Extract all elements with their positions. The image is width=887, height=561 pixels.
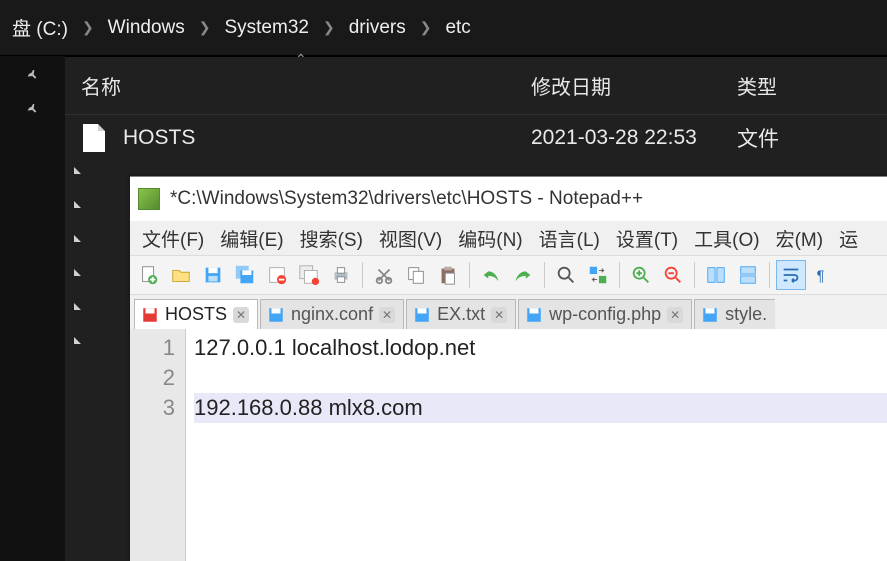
- save-all-button[interactable]: [230, 260, 260, 290]
- close-tab-icon[interactable]: ✕: [233, 307, 249, 323]
- breadcrumb-seg[interactable]: Windows: [104, 17, 189, 39]
- sync-v-button[interactable]: [701, 260, 731, 290]
- chevron-right-icon: ❯: [313, 19, 345, 36]
- close-button[interactable]: [262, 260, 292, 290]
- close-tab-icon[interactable]: ✕: [379, 307, 395, 323]
- tab-wpconfig[interactable]: wp-config.php ✕: [518, 299, 692, 329]
- wordwrap-button[interactable]: [776, 260, 806, 290]
- notepadpp-window: *C:\Windows\System32\drivers\etc\HOSTS -…: [130, 176, 887, 561]
- code-line: 127.0.0.1 localhost.lodop.net: [194, 335, 475, 360]
- quick-access-sidebar: [0, 56, 65, 561]
- chevron-right-icon: ❯: [410, 19, 442, 36]
- editor-tabs: HOSTS ✕ nginx.conf ✕ EX.txt ✕ wp-config.…: [130, 295, 887, 329]
- pin-icon[interactable]: [19, 96, 47, 124]
- paste-button[interactable]: [433, 260, 463, 290]
- save-button[interactable]: [198, 260, 228, 290]
- disk-icon: [525, 306, 543, 324]
- notepadpp-icon: [138, 188, 160, 210]
- tab-label: HOSTS: [165, 304, 227, 325]
- redo-button[interactable]: [508, 260, 538, 290]
- pin-icon[interactable]: [19, 62, 47, 90]
- find-button[interactable]: [551, 260, 581, 290]
- disk-icon: [413, 306, 431, 324]
- breadcrumb-seg[interactable]: etc: [441, 17, 474, 39]
- tab-label: wp-config.php: [549, 304, 661, 325]
- chevron-right-icon: ❯: [189, 19, 221, 36]
- menu-view[interactable]: 视图(V): [371, 221, 450, 256]
- svg-text:¶: ¶: [817, 269, 825, 285]
- zoom-in-button[interactable]: [626, 260, 656, 290]
- file-type: 文件: [737, 123, 887, 153]
- disk-icon: [267, 306, 285, 324]
- breadcrumb-seg[interactable]: drivers: [345, 17, 410, 39]
- chevron-right-icon: ❯: [72, 19, 104, 36]
- open-file-button[interactable]: [166, 260, 196, 290]
- close-tab-icon[interactable]: ✕: [667, 307, 683, 323]
- window-title: *C:\Windows\System32\drivers\etc\HOSTS -…: [170, 188, 643, 210]
- menu-search[interactable]: 搜索(S): [292, 221, 371, 256]
- column-name[interactable]: 名称: [81, 71, 531, 100]
- tab-label: style.: [725, 304, 767, 325]
- undo-button[interactable]: [476, 260, 506, 290]
- replace-button[interactable]: [583, 260, 613, 290]
- breadcrumb[interactable]: 盘 (C:) ❯ Windows ❯ System32 ❯ drivers ❯ …: [0, 0, 887, 56]
- menu-edit[interactable]: 编辑(E): [212, 221, 291, 256]
- disk-icon: [701, 306, 719, 324]
- column-type[interactable]: 类型: [737, 71, 887, 100]
- toolbar-separator: [769, 262, 770, 288]
- menu-run[interactable]: 运: [831, 221, 866, 256]
- sort-indicator-icon: ⌃: [295, 51, 307, 68]
- menu-bar: 文件(F) 编辑(E) 搜索(S) 视图(V) 编码(N) 语言(L) 设置(T…: [130, 221, 887, 255]
- copy-button[interactable]: [401, 260, 431, 290]
- tab-label: nginx.conf: [291, 304, 373, 325]
- breadcrumb-seg[interactable]: System32: [220, 17, 312, 39]
- line-numbers: 123: [130, 329, 186, 561]
- zoom-out-button[interactable]: [658, 260, 688, 290]
- menu-macro[interactable]: 宏(M): [768, 221, 831, 256]
- tab-hosts[interactable]: HOSTS ✕: [134, 299, 258, 329]
- show-all-chars-button[interactable]: ¶: [808, 260, 838, 290]
- new-file-button[interactable]: [134, 260, 164, 290]
- column-date[interactable]: 修改日期: [531, 71, 737, 100]
- tab-ex[interactable]: EX.txt ✕: [406, 299, 516, 329]
- toolbar-separator: [694, 262, 695, 288]
- watermark: 知乎 @一只有趣的INTJ狼: [644, 520, 875, 547]
- toolbar-separator: [619, 262, 620, 288]
- tab-style[interactable]: style.: [694, 299, 775, 329]
- disk-icon: [141, 306, 159, 324]
- menu-encoding[interactable]: 编码(N): [450, 221, 530, 256]
- toolbar-separator: [469, 262, 470, 288]
- file-icon: [81, 123, 107, 153]
- close-tab-icon[interactable]: ✕: [491, 307, 507, 323]
- toolbar-separator: [544, 262, 545, 288]
- menu-file[interactable]: 文件(F): [134, 221, 212, 256]
- cut-button[interactable]: [369, 260, 399, 290]
- menu-settings[interactable]: 设置(T): [608, 221, 686, 256]
- file-row[interactable]: HOSTS 2021-03-28 22:53 文件: [65, 115, 887, 161]
- sync-h-button[interactable]: [733, 260, 763, 290]
- toolbar-separator: [362, 262, 363, 288]
- print-button[interactable]: [326, 260, 356, 290]
- window-title-bar[interactable]: *C:\Windows\System32\drivers\etc\HOSTS -…: [130, 177, 887, 221]
- breadcrumb-seg[interactable]: 盘 (C:): [8, 14, 72, 41]
- toolbar: ¶: [130, 255, 887, 295]
- menu-language[interactable]: 语言(L): [531, 221, 608, 256]
- file-name: HOSTS: [123, 126, 531, 150]
- file-date: 2021-03-28 22:53: [531, 126, 737, 150]
- menu-tools[interactable]: 工具(O): [686, 221, 767, 256]
- tab-nginx[interactable]: nginx.conf ✕: [260, 299, 404, 329]
- code-line: 192.168.0.88 mlx8.com: [194, 393, 887, 423]
- column-headers[interactable]: ⌃ 名称 修改日期 类型: [65, 57, 887, 115]
- close-all-button[interactable]: [294, 260, 324, 290]
- tab-label: EX.txt: [437, 304, 485, 325]
